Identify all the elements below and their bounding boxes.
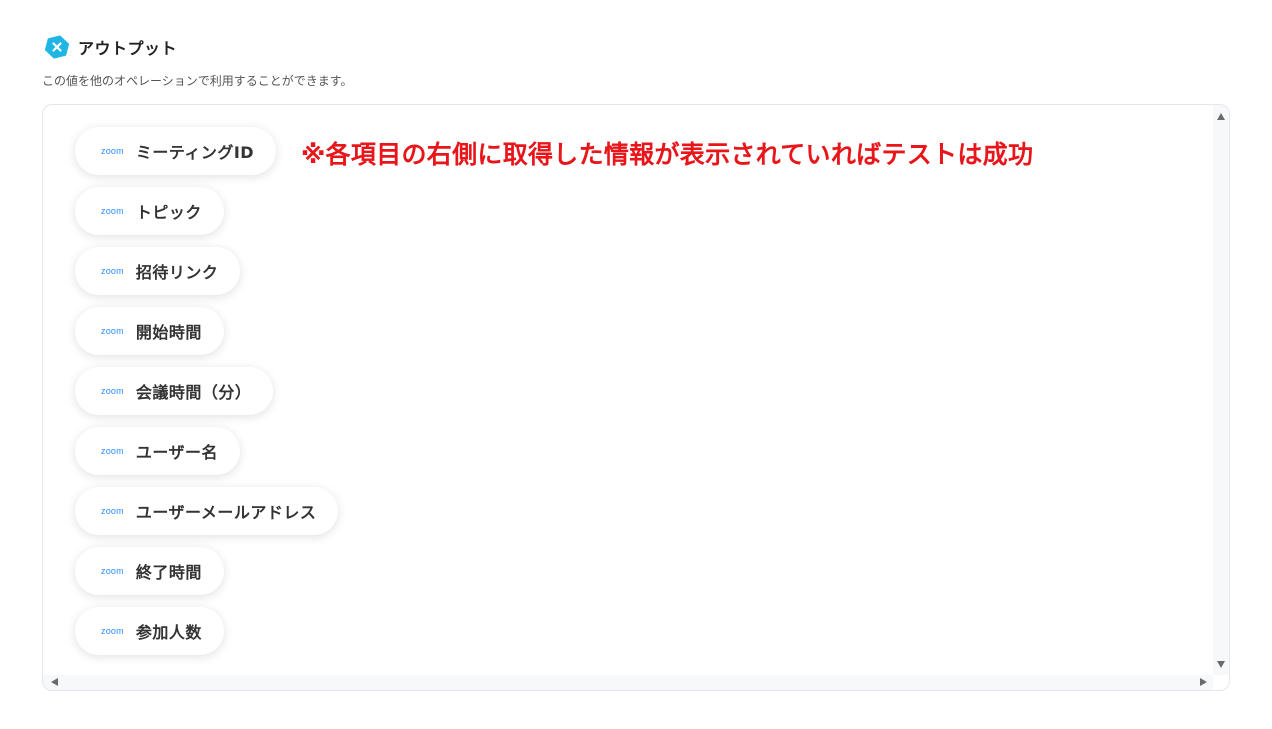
zoom-logo-icon: zoom — [101, 626, 124, 636]
output-item-start-time[interactable]: zoom 開始時間 — [75, 307, 224, 355]
output-item-user-name[interactable]: zoom ユーザー名 — [75, 427, 240, 475]
output-item-label: ユーザー名 — [135, 443, 218, 462]
zoom-logo-icon: zoom — [101, 566, 124, 576]
scroll-left-icon[interactable] — [51, 678, 58, 686]
output-item-label: 招待リンク — [135, 263, 219, 282]
output-item-label: 終了時間 — [135, 563, 202, 582]
page-title: アウトプット — [78, 39, 178, 58]
output-item-label: トピック — [135, 203, 202, 222]
zoom-logo-icon: zoom — [101, 386, 124, 396]
output-item-duration[interactable]: zoom 会議時間（分） — [75, 367, 274, 415]
zoom-logo-icon: zoom — [101, 266, 124, 276]
zoom-logo-icon: zoom — [101, 146, 124, 156]
output-item-label: ミーティングID — [135, 143, 255, 162]
output-item-invite-link[interactable]: zoom 招待リンク — [75, 247, 241, 295]
output-item-end-time[interactable]: zoom 終了時間 — [75, 547, 224, 595]
output-item-user-email[interactable]: zoom ユーザーメールアドレス — [75, 487, 339, 535]
output-item-topic[interactable]: zoom トピック — [75, 187, 224, 235]
output-item-label: 会議時間（分） — [135, 383, 252, 402]
zoom-logo-icon: zoom — [101, 506, 124, 516]
horizontal-scrollbar[interactable] — [43, 675, 1213, 690]
scroll-right-icon[interactable] — [1200, 678, 1207, 686]
output-item-label: 開始時間 — [135, 323, 202, 342]
output-item-label: 参加人数 — [135, 623, 202, 642]
output-item-meeting-id[interactable]: zoom ミーティングID — [75, 127, 277, 175]
annotation-note: ※各項目の右側に取得した情報が表示されていればテストは成功 — [301, 140, 1034, 169]
output-list: zoom ミーティングID zoom トピック zoom 招待リンク zoom … — [75, 127, 339, 667]
output-header: アウトプット — [44, 34, 177, 60]
vertical-scrollbar[interactable] — [1213, 105, 1229, 675]
output-panel: zoom ミーティングID zoom トピック zoom 招待リンク zoom … — [42, 104, 1230, 691]
scroll-up-icon[interactable] — [1217, 113, 1225, 120]
output-item-label: ユーザーメールアドレス — [135, 503, 317, 522]
scroll-down-icon[interactable] — [1217, 661, 1225, 668]
output-item-participants[interactable]: zoom 参加人数 — [75, 607, 224, 655]
output-description: この値を他のオペレーションで利用することができます。 — [42, 74, 353, 88]
zoom-logo-icon: zoom — [101, 446, 124, 456]
yoom-close-icon — [44, 34, 70, 60]
zoom-logo-icon: zoom — [101, 206, 124, 216]
zoom-logo-icon: zoom — [101, 326, 124, 336]
